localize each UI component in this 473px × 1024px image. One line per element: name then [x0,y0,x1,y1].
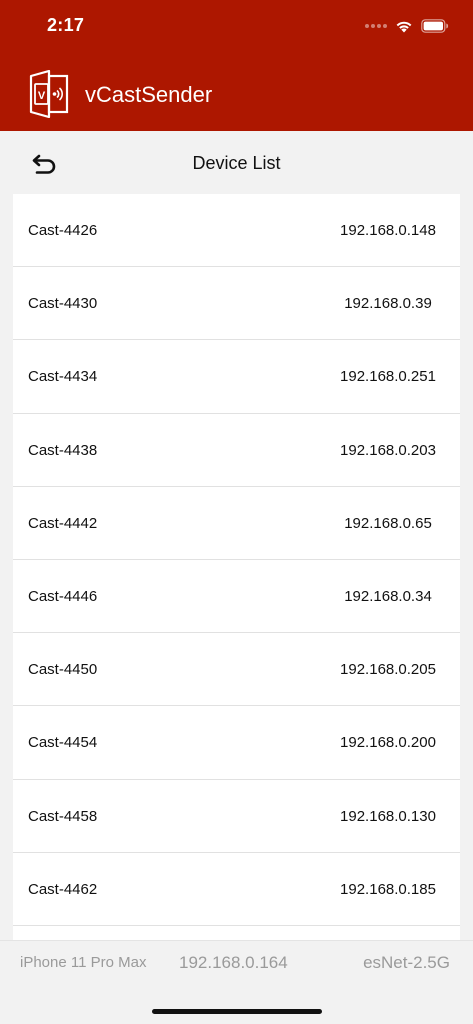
device-name: Cast-4454 [28,734,98,752]
device-name: Cast-4446 [28,587,98,605]
device-row[interactable]: Cast-4438 192.168.0.203 [13,413,460,487]
device-ip: 192.168.0.205 [340,661,436,679]
app-header: 2:17 V vCastSender [0,0,473,131]
device-name: Cast-4426 [28,222,98,239]
device-row[interactable]: Cast-4462 192.168.0.185 [13,852,460,926]
device-row[interactable]: Cast-4430 192.168.0.39 [13,267,460,341]
device-name: Cast-4458 [28,807,98,825]
local-ip: 192.168.0.164 [179,953,288,972]
device-name: Cast-4434 [28,368,98,386]
device-model: iPhone 11 Pro Max [20,954,147,971]
device-row[interactable]: Cast-4442 192.168.0.65 [13,486,460,560]
status-time: 2:17 [47,15,85,35]
wifi-icon [395,19,413,33]
device-ip: 192.168.0.200 [340,734,436,752]
device-row[interactable]: Cast-4426 192.168.0.148 [13,194,460,268]
device-row-partial[interactable] [13,925,460,940]
app-title: vCastSender [85,82,213,107]
device-name: Cast-4462 [28,880,98,898]
signal-dots-icon [365,24,387,28]
device-ip: 192.168.0.65 [344,514,432,532]
device-name: Cast-4442 [28,514,98,532]
device-name: Cast-4450 [28,661,98,679]
network-name: esNet-2.5G [363,953,450,972]
device-ip: 192.168.0.34 [344,587,432,605]
device-row[interactable]: Cast-4458 192.168.0.130 [13,779,460,853]
device-row[interactable]: Cast-4450 192.168.0.205 [13,633,460,707]
device-list[interactable]: Cast-4426 192.168.0.148 Cast-4430 192.16… [13,194,460,940]
device-ip: 192.168.0.39 [344,295,432,313]
network-footer: iPhone 11 Pro Max 192.168.0.164 esNet-2.… [0,940,473,1024]
vcast-logo-icon: V [29,69,69,119]
device-ip: 192.168.0.148 [340,222,436,239]
device-ip: 192.168.0.185 [340,880,436,898]
device-row[interactable]: Cast-4446 192.168.0.34 [13,559,460,634]
home-indicator[interactable] [152,1009,322,1014]
page-title: Device List [192,153,281,173]
device-ip: 192.168.0.203 [340,441,436,459]
nav-bar: Device List [0,131,473,194]
device-row[interactable]: Cast-4434 192.168.0.251 [13,340,460,414]
screen: 2:17 V vCastSender Device List Cast-4426… [0,0,473,1024]
status-icons [365,17,449,35]
logo-letter: V [38,90,46,102]
device-ip: 192.168.0.251 [340,368,436,386]
device-name: Cast-4430 [28,295,98,313]
device-name: Cast-4438 [28,441,98,459]
battery-icon [421,19,449,33]
device-row[interactable]: Cast-4454 192.168.0.200 [13,706,460,780]
device-ip: 192.168.0.130 [340,807,436,825]
